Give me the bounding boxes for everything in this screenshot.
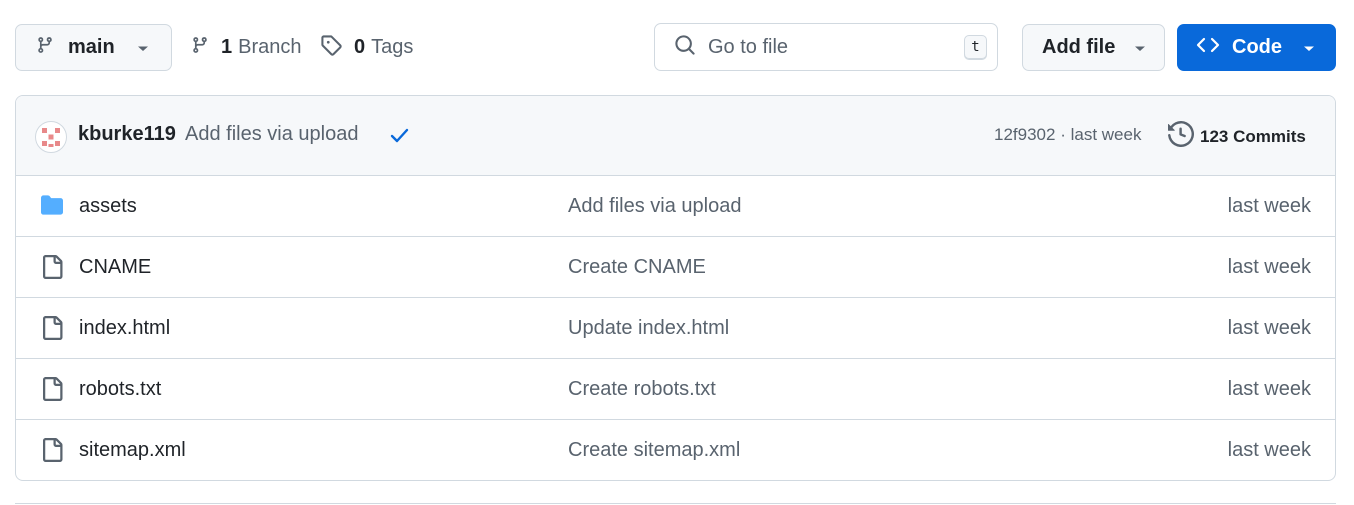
file-icon	[39, 255, 65, 284]
search-icon	[674, 34, 696, 61]
file-commit-time: last week	[1227, 317, 1311, 339]
avatar[interactable]	[35, 121, 67, 153]
file-name-link[interactable]: robots.txt	[79, 378, 161, 401]
separator: ·	[1060, 125, 1066, 144]
file-name-link[interactable]: CNAME	[79, 256, 151, 279]
file-row[interactable]: CNAME Create CNAME last week	[16, 237, 1335, 298]
branches-count: 1	[221, 36, 233, 58]
code-button[interactable]: Code	[1177, 24, 1336, 71]
keyboard-shortcut-hint: t	[964, 34, 987, 60]
code-label: Code	[1232, 36, 1282, 58]
file-icon	[39, 316, 65, 345]
file-name-link[interactable]: index.html	[79, 317, 170, 340]
chevron-down-icon	[137, 36, 149, 59]
file-row[interactable]: robots.txt Create robots.txt last week	[16, 359, 1335, 420]
file-icon	[39, 377, 65, 406]
branch-name: main	[68, 36, 115, 58]
file-commit-time: last week	[1227, 256, 1311, 278]
file-commit-message-link[interactable]: Update index.html	[568, 317, 729, 340]
file-name-link[interactable]: sitemap.xml	[79, 439, 186, 462]
file-row[interactable]: assets Add files via upload last week	[16, 176, 1335, 237]
file-browser: kburke119 Add files via upload 12f9302 ·…	[15, 95, 1336, 481]
add-file-label: Add file	[1042, 36, 1116, 58]
git-branch-icon	[36, 35, 54, 61]
go-to-file-input[interactable]: Go to file t	[654, 23, 998, 71]
file-commit-time: last week	[1227, 439, 1311, 461]
file-row[interactable]: sitemap.xml Create sitemap.xml last week	[16, 420, 1335, 480]
file-commit-message-link[interactable]: Create CNAME	[568, 256, 706, 279]
check-icon[interactable]	[388, 125, 410, 150]
commit-message[interactable]: Add files via upload	[185, 123, 358, 146]
file-commit-time: last week	[1227, 378, 1311, 400]
chevron-down-icon	[1134, 36, 1146, 59]
commits-history-link[interactable]: 123 Commits	[1168, 120, 1306, 152]
code-icon	[1196, 35, 1220, 61]
add-file-button[interactable]: Add file	[1022, 24, 1165, 71]
file-commit-message-link[interactable]: Create sitemap.xml	[568, 439, 740, 462]
chevron-down-icon	[1303, 36, 1315, 59]
folder-icon	[39, 194, 65, 221]
file-commit-message-link[interactable]: Add files via upload	[568, 195, 741, 218]
latest-commit-bar: kburke119 Add files via upload 12f9302 ·…	[16, 96, 1335, 176]
commits-count: 123 Commits	[1200, 126, 1306, 146]
file-commit-message-link[interactable]: Create robots.txt	[568, 378, 716, 401]
tag-icon	[320, 34, 342, 62]
file-row[interactable]: index.html Update index.html last week	[16, 298, 1335, 359]
file-name-link[interactable]: assets	[79, 195, 137, 218]
file-commit-time: last week	[1227, 195, 1311, 217]
commit-time: last week	[1070, 125, 1142, 144]
branches-link[interactable]: 1 Branch	[191, 24, 302, 71]
git-branch-icon	[191, 35, 209, 61]
file-list: assets Add files via upload last week CNAME…	[16, 176, 1335, 480]
tags-label: Tags	[371, 36, 414, 58]
divider	[15, 503, 1336, 504]
commit-hash[interactable]: 12f9302	[994, 125, 1055, 144]
file-icon	[39, 438, 65, 467]
search-placeholder: Go to file	[708, 35, 789, 58]
tags-count: 0	[354, 36, 366, 58]
branch-selector-button[interactable]: main	[15, 24, 172, 71]
tags-link[interactable]: 0 Tags	[320, 24, 413, 71]
history-icon	[1168, 120, 1195, 152]
commit-hash-and-time: 12f9302 · last week	[994, 125, 1141, 145]
branches-label: Branch	[238, 36, 302, 58]
commit-author[interactable]: kburke119	[78, 123, 176, 146]
